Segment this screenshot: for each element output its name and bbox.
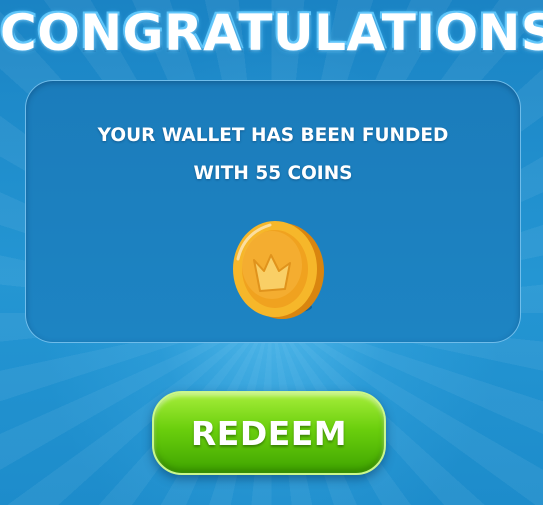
- congratulations-title: CONGRATULATIONS: [0, 4, 543, 62]
- redeem-button[interactable]: REDEEM: [152, 391, 386, 475]
- crown-coin-icon: [230, 219, 326, 323]
- reward-message-line-2: WITH 55 COINS: [193, 163, 353, 184]
- reward-panel: YOUR WALLET HAS BEEN FUNDED WITH 55 COIN…: [25, 80, 521, 343]
- redeem-button-label: REDEEM: [190, 413, 348, 453]
- reward-message: YOUR WALLET HAS BEEN FUNDED WITH 55 COIN…: [26, 117, 520, 193]
- reward-message-line-1: YOUR WALLET HAS BEEN FUNDED: [97, 125, 449, 146]
